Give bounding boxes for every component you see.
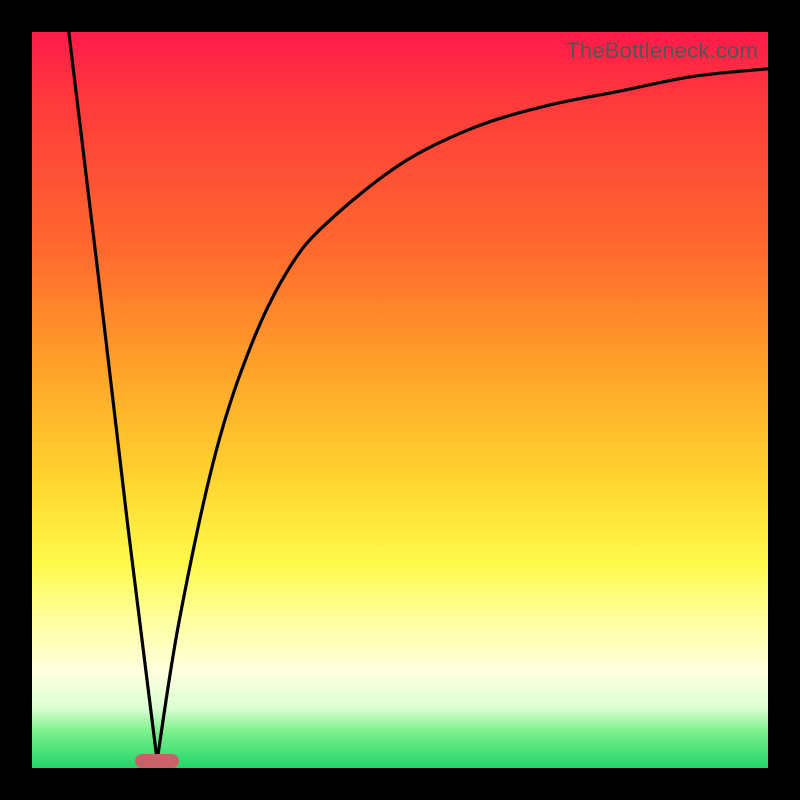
left-branch-path <box>69 32 157 761</box>
bottleneck-marker <box>135 754 179 768</box>
chart-frame: TheBottleneck.com <box>0 0 800 800</box>
right-branch-path <box>157 69 768 761</box>
curve-svg <box>32 32 768 768</box>
plot-area: TheBottleneck.com <box>32 32 768 768</box>
